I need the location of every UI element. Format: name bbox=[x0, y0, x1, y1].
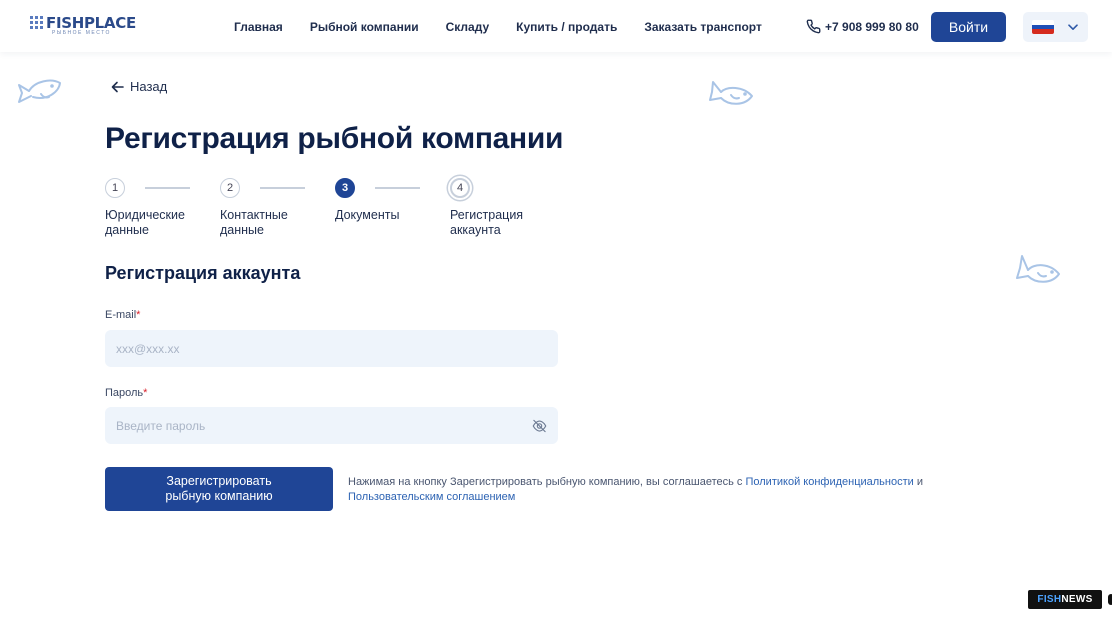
fishplace-logo[interactable]: FISHPLACE РЫБНОЕ МЕСТО bbox=[30, 14, 136, 36]
step-3-label: Документы bbox=[335, 208, 400, 222]
logo-tagline: РЫБНОЕ МЕСТО bbox=[52, 30, 111, 36]
password-input[interactable] bbox=[105, 407, 558, 444]
fish-decoration-icon bbox=[18, 79, 61, 103]
nav-item-buy-sell[interactable]: Купить / продать bbox=[516, 20, 617, 34]
phone-icon bbox=[806, 19, 821, 34]
step-1-label: Юридические данные bbox=[105, 208, 185, 237]
privacy-policy-link[interactable]: Политикой конфиденциальности bbox=[745, 476, 913, 488]
agreement-text: Нажимая на кнопку Зарегистрировать рыбну… bbox=[348, 476, 923, 503]
edge-decoration bbox=[1108, 594, 1112, 605]
eye-off-icon[interactable] bbox=[532, 419, 547, 433]
main-nav: Главная Рыбной компании Складу Купить / … bbox=[234, 20, 789, 34]
section-title: Регистрация аккаунта bbox=[105, 263, 301, 283]
email-input[interactable] bbox=[105, 330, 558, 367]
step-3-circle[interactable]: 3 bbox=[335, 178, 355, 198]
fish-decoration-icon bbox=[1016, 255, 1060, 283]
page-title: Регистрация рыбной компании bbox=[105, 122, 564, 155]
nav-item-home[interactable]: Главная bbox=[234, 20, 283, 34]
site-header: FISHPLACE РЫБНОЕ МЕСТО Главная Рыбной ко… bbox=[0, 0, 1112, 52]
password-label: Пароль* bbox=[105, 387, 148, 399]
required-mark: * bbox=[136, 309, 141, 321]
language-selector[interactable] bbox=[1023, 12, 1088, 42]
nav-item-fish-company[interactable]: Рыбной компании bbox=[310, 20, 419, 34]
user-agreement-link[interactable]: Пользовательским соглашением bbox=[348, 491, 515, 503]
arrow-left-icon bbox=[111, 81, 124, 92]
step-4-circle[interactable]: 4 bbox=[450, 178, 470, 198]
logo-name: FISHPLACE bbox=[46, 14, 136, 32]
fishnews-watermark: FISH NEWS bbox=[1028, 590, 1102, 609]
russia-flag-icon bbox=[1032, 20, 1054, 34]
nav-item-warehouse[interactable]: Складу bbox=[446, 20, 490, 34]
step-connector bbox=[260, 187, 305, 189]
phone-link[interactable]: +7 908 999 80 80 bbox=[806, 19, 919, 34]
login-button[interactable]: Войти bbox=[931, 12, 1006, 42]
back-link[interactable]: Назад bbox=[111, 79, 167, 94]
step-connector bbox=[375, 187, 420, 189]
register-company-button[interactable]: Зарегистрировать рыбную компанию bbox=[105, 467, 333, 511]
step-2-circle[interactable]: 2 bbox=[220, 178, 240, 198]
fish-decoration-icon bbox=[709, 81, 753, 105]
chevron-down-icon bbox=[1068, 23, 1078, 30]
required-mark: * bbox=[143, 387, 148, 399]
email-label: E-mail* bbox=[105, 309, 141, 321]
nav-item-order-transport[interactable]: Заказать транспорт bbox=[644, 20, 762, 34]
step-connector bbox=[145, 187, 190, 189]
step-1-circle[interactable]: 1 bbox=[105, 178, 125, 198]
phone-number: +7 908 999 80 80 bbox=[825, 19, 919, 34]
back-label: Назад bbox=[130, 79, 168, 94]
step-4-label: Регистрация аккаунта bbox=[450, 208, 524, 237]
step-2-label: Контактные данные bbox=[220, 208, 288, 237]
logo-grid-icon bbox=[30, 16, 43, 29]
